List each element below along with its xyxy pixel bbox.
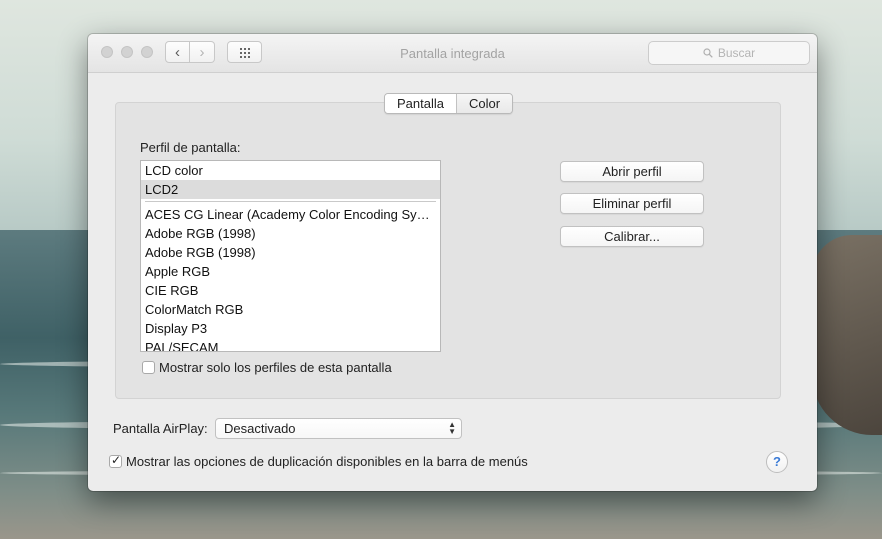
only-this-display-checkbox[interactable] [142,361,155,374]
tab-pantalla[interactable]: Pantalla [385,94,456,113]
airplay-label: Pantalla AirPlay: [113,421,208,436]
mirroring-label: Mostrar las opciones de duplicación disp… [126,454,528,469]
search-field[interactable]: Buscar [648,41,810,65]
delete-profile-button[interactable]: Eliminar perfil [560,193,704,214]
desktop-rock [812,235,882,435]
list-item[interactable]: ColorMatch RGB [141,300,440,319]
preferences-window: ‹ › Pantalla integrada Buscar Pantalla C… [88,34,817,491]
list-item[interactable]: Adobe RGB (1998) [141,224,440,243]
list-item[interactable]: LCD color [141,161,440,180]
tab-color[interactable]: Color [455,94,513,113]
title-bar: ‹ › Pantalla integrada Buscar [88,34,817,73]
tab-bar: Pantalla Color [384,93,514,114]
list-item[interactable]: Apple RGB [141,262,440,281]
search-icon [703,48,713,58]
list-item[interactable]: Display P3 [141,319,440,338]
list-item[interactable]: PAL/SECAM [141,338,440,351]
mirroring-checkbox[interactable] [109,453,122,468]
airplay-popup[interactable]: Desactivado ▲ ▼ [215,418,462,439]
profile-list[interactable]: LCD color LCD2 ACES CG Linear (Academy C… [140,160,441,352]
calibrate-button[interactable]: Calibrar... [560,226,704,247]
search-placeholder: Buscar [717,46,756,60]
help-button[interactable]: ? [766,451,788,473]
updown-arrows-icon: ▲ ▼ [448,420,456,436]
list-item-selected[interactable]: LCD2 [141,180,440,199]
list-item[interactable]: ACES CG Linear (Academy Color Encoding S… [141,205,440,224]
list-item[interactable]: CIE RGB [141,281,440,300]
list-separator [141,199,440,205]
list-item[interactable]: Adobe RGB (1998) [141,243,440,262]
only-this-display-label: Mostrar solo los perfiles de esta pantal… [159,360,392,375]
open-profile-button[interactable]: Abrir perfil [560,161,704,182]
airplay-value: Desactivado [224,421,296,436]
profile-label: Perfil de pantalla: [140,140,241,155]
